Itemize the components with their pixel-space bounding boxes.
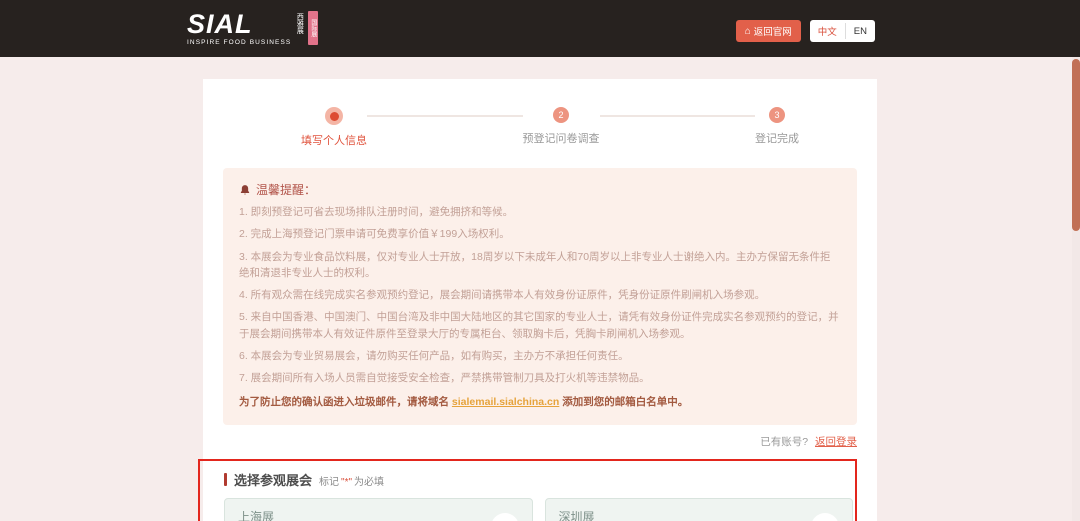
lang-option-english[interactable]: EN [846,25,875,38]
warm-reminder-notice: 温馨提醒： 1. 即刻预登记可省去现场排队注册时间，避免拥挤和等候。 2. 完成… [223,168,857,425]
home-icon: ⌂ [745,27,751,36]
logo-tagline: INSPIRE FOOD BUSINESS [187,39,291,46]
header-actions: ⌂ 返回官网 中文 EN [736,20,875,42]
notice-item: 1. 即刻预登记可省去现场排队注册时间，避免拥挤和等候。 [239,204,841,220]
top-header: SIAL INSPIRE FOOD BUSINESS 西雅展 国际展 ⌂ 返回官… [0,0,1080,57]
notice-item: 5. 来自中国香港、中国澳门、中国台湾及非中国大陆地区的其它国家的专业人士，请凭… [239,309,841,342]
stepper-connector [600,115,756,117]
whitelist-domain-link[interactable]: sialemail.sialchina.cn [452,396,559,408]
exhibition-name: 上海展 [238,508,519,521]
step-1-label: 填写个人信息 [301,132,367,148]
required-asterisk: "*" [339,477,354,488]
logo-seal-text: 国际展 [309,19,318,37]
progress-stepper: 填写个人信息 2 预登记问卷调查 3 登记完成 [223,107,857,148]
notice-footer: 为了防止您的确认函进入垃圾邮件，请将域名 sialemail.sialchina… [239,394,841,410]
sial-logo[interactable]: SIAL INSPIRE FOOD BUSINESS 西雅展 国际展 [187,11,318,46]
registration-card: 填写个人信息 2 预登记问卷调查 3 登记完成 温馨提醒： 1. 即刻预登记可省… [203,79,877,521]
lang-option-chinese[interactable]: 中文 [810,23,846,39]
notice-title: 温馨提醒： [256,181,316,198]
notice-footer-suffix: 添加到您的邮箱白名单中。 [559,396,688,408]
logo-chinese-vertical-text: 西雅展 [295,13,304,34]
step-1-fill-personal-info: 填写个人信息 [301,107,367,148]
hint-prefix: 标记 [319,477,339,488]
back-to-official-site-button[interactable]: ⌂ 返回官网 [736,20,801,42]
step-2-label: 预登记问卷调查 [523,130,600,146]
back-button-label: 返回官网 [754,24,792,38]
required-hint: 标记"*"为必填 [319,473,384,488]
language-switcher: 中文 EN [810,20,875,42]
step-2-number-badge: 2 [553,107,569,123]
exhibition-card-shanghai[interactable]: 上海展 2024.05.28-30 上海新国际博览中心 [224,498,533,521]
step-1-inner-dot [330,112,339,121]
notice-item: 4. 所有观众需在线完成实名参观预约登记，展会期间请携带本人有效身份证原件，凭身… [239,287,841,303]
exhibition-name: 深圳展 [559,508,840,521]
step-2-questionnaire: 2 预登记问卷调查 [523,107,600,146]
notice-title-row: 温馨提醒： [239,181,841,198]
back-to-login-link[interactable]: 返回登录 [815,436,857,448]
scrollbar-track[interactable] [1072,57,1080,521]
notice-item: 3. 本展会为专业食品饮料展，仅对专业人士开放，18周岁以下未成年人和70周岁以… [239,249,841,282]
select-exhibition-title: 选择参观展会 [234,470,312,489]
stepper-connector [367,115,523,117]
step-3-complete: 3 登记完成 [755,107,799,146]
select-exhibition-annotation-box: 选择参观展会 标记"*"为必填 上海展 2024.05.28-30 上海新国际博… [198,459,857,521]
page: SIAL INSPIRE FOOD BUSINESS 西雅展 国际展 ⌂ 返回官… [0,0,1080,521]
notice-item: 2. 完成上海预登记门票申请可免费享价值￥199入场权利。 [239,226,841,242]
select-exhibition-header: 选择参观展会 标记"*"为必填 [224,470,855,489]
have-account-text: 已有账号? [760,436,808,448]
notice-item: 7. 展会期间所有入场人员需自觉接受安全检查，严禁携带管制刀具及打火机等违禁物品… [239,370,841,386]
step-1-active-dot [325,107,343,125]
step-3-number-badge: 3 [769,107,785,123]
exhibition-options: 上海展 2024.05.28-30 上海新国际博览中心 深圳展 2024.09 [224,498,853,521]
section-accent-bar [224,473,227,486]
login-row: 已有账号? 返回登录 [223,434,857,449]
hint-suffix: 为必填 [354,477,384,488]
bell-icon [239,184,251,196]
notice-footer-prefix: 为了防止您的确认函进入垃圾邮件，请将域名 [239,396,452,408]
scrollbar-thumb[interactable] [1072,59,1080,231]
step-3-label: 登记完成 [755,130,799,146]
notice-item: 6. 本展会为专业贸易展会，请勿购买任何产品，如有购买，主办方不承担任何责任。 [239,348,841,364]
logo-brand-text: SIAL [187,11,291,37]
sial-logo-main: SIAL INSPIRE FOOD BUSINESS [187,11,291,46]
exhibition-card-shenzhen[interactable]: 深圳展 2024.09.02-04 深圳会展中心（福田） [545,498,854,521]
logo-seal-bar: 国际展 [308,11,318,45]
